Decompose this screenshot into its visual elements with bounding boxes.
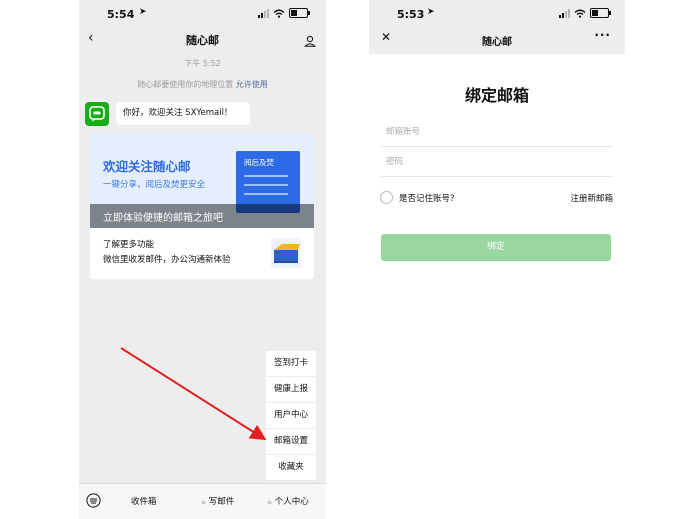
remember-radio[interactable] — [380, 191, 393, 204]
cellular-signal-icon — [559, 8, 570, 18]
right-phone-screen: 5:53 ➤ ✕ 随心邮 ··· 绑定邮箱 是否记住账号? 注册新邮箱 绑定 — [369, 0, 625, 519]
bottom-menu-bar: 收件箱 ≡ 写邮件 ≡ 个人中心 — [79, 483, 326, 519]
top-bar: 5:53 ➤ ✕ 随心邮 ··· — [369, 0, 625, 54]
password-input[interactable] — [381, 148, 613, 176]
battery-icon — [590, 8, 611, 18]
remember-account-option[interactable]: 是否记住账号? — [380, 191, 455, 204]
remember-label: 是否记住账号? — [399, 193, 455, 204]
tab-personal-center[interactable]: ≡ 个人中心 — [267, 495, 309, 507]
email-account-input[interactable] — [381, 118, 613, 146]
menu-dot-icon: ≡ — [267, 499, 273, 506]
location-arrow-icon: ➤ — [427, 7, 435, 17]
tab-compose-label: 写邮件 — [208, 497, 235, 507]
page-title: 随心邮 — [482, 37, 512, 48]
status-time: 5:53 — [397, 8, 425, 21]
left-phone-screen: 5:54 ➤ ‹ 随心邮 下午 5:52 随心邮要使用你的地理位置 允许使用 你… — [79, 0, 326, 519]
tab-personal-center-label: 个人中心 — [274, 497, 309, 507]
keyboard-icon[interactable] — [86, 493, 101, 512]
email-account-field[interactable] — [381, 118, 613, 147]
more-icon[interactable]: ··· — [594, 28, 611, 42]
password-field[interactable] — [381, 148, 613, 177]
register-link[interactable]: 注册新邮箱 — [570, 192, 613, 204]
tab-compose[interactable]: ≡ 写邮件 — [201, 495, 234, 507]
form-title: 绑定邮箱 — [464, 86, 529, 105]
tab-inbox[interactable]: 收件箱 — [131, 495, 157, 507]
red-arrow-annotation — [120, 347, 267, 441]
menu-dot-icon: ≡ — [201, 499, 207, 506]
bind-button[interactable]: 绑定 — [381, 234, 611, 261]
wifi-icon — [574, 9, 586, 18]
